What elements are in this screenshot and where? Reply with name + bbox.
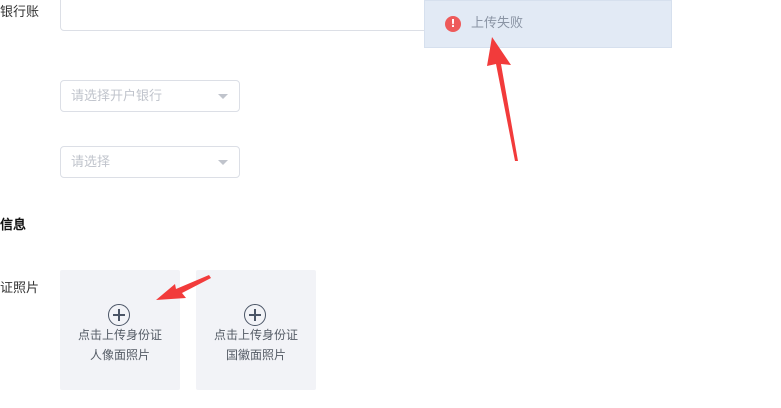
upload-front-line2: 人像面照片 — [89, 348, 150, 362]
plus-circle-icon — [244, 304, 266, 326]
chevron-down-icon — [218, 160, 228, 165]
chevron-down-icon — [218, 94, 228, 99]
section-title: 信息 — [0, 218, 27, 233]
bank-select-placeholder: 请选择开户银行 — [71, 89, 163, 104]
bank-account-label: 银行账 — [0, 5, 40, 20]
plus-circle-icon — [108, 304, 130, 326]
bank-select[interactable]: 请选择开户银行 — [60, 80, 240, 112]
upload-error-toast: ! 上传失败 — [424, 0, 672, 48]
upload-back-line2: 国徽面照片 — [225, 348, 286, 362]
branch-select-placeholder: 请选择 — [71, 155, 111, 170]
upload-back-line1: 点击上传身份证 — [213, 328, 298, 342]
upload-id-front-button[interactable]: 点击上传身份证 人像面照片 — [60, 270, 180, 390]
annotation-arrow-toast — [487, 37, 518, 161]
upload-id-back-button[interactable]: 点击上传身份证 国徽面照片 — [196, 270, 316, 390]
id-photo-label: 证照片 — [0, 281, 40, 296]
error-circle-icon: ! — [445, 16, 461, 32]
page: 银行账 请选择开户银行 请选择 信息 证照片 点击上传身份证 人像面照片 点击上… — [0, 0, 781, 408]
toast-message: 上传失败 — [471, 16, 524, 31]
upload-front-line1: 点击上传身份证 — [77, 328, 162, 342]
bank-account-input[interactable] — [60, 0, 432, 31]
branch-select[interactable]: 请选择 — [60, 146, 240, 178]
